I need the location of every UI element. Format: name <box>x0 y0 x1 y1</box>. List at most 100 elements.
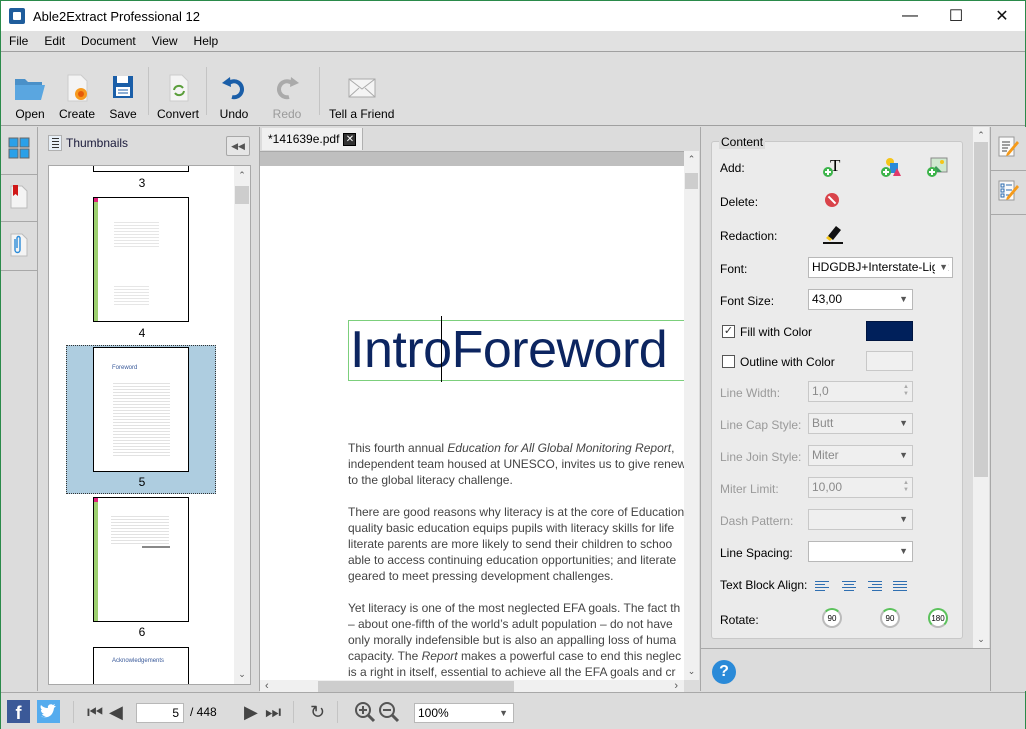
paragraph-line: geared to meet pressing development chal… <box>348 569 614 583</box>
paragraph-line: only morally indefensible but is also an… <box>348 633 677 647</box>
next-page-button[interactable]: ▶ <box>244 702 258 722</box>
close-tab-icon[interactable]: ✕ <box>343 132 357 146</box>
align-left-icon[interactable] <box>815 581 829 591</box>
rotate-clockwise-90-button[interactable]: 90 <box>880 608 900 628</box>
fill-with-color-label: Fill with Color <box>740 325 813 339</box>
thumbnail-page-6[interactable] <box>93 497 189 622</box>
undo-button[interactable]: Undo <box>218 74 250 121</box>
chevron-down-icon: ▼ <box>899 514 908 524</box>
redaction-marker-icon[interactable] <box>822 222 844 244</box>
facebook-icon[interactable]: f <box>7 700 30 723</box>
outline-with-color-checkbox[interactable] <box>722 355 735 368</box>
miter-limit-spinner[interactable]: 10,00 ▲ ▼ <box>808 477 913 498</box>
document-vertical-scrollbar[interactable]: ⌃ ⌄ <box>684 151 699 680</box>
scroll-down-icon[interactable]: ⌄ <box>973 634 989 645</box>
page-number-label: 5 <box>138 475 146 489</box>
paragraph-line: literate parents are more likely to send… <box>348 537 673 551</box>
align-right-icon[interactable] <box>868 581 882 591</box>
edit-content-tab[interactable] <box>991 127 1026 171</box>
page-number-input[interactable]: 5 <box>136 703 184 723</box>
scroll-up-icon[interactable]: ⌃ <box>684 154 699 165</box>
line-width-spinner[interactable]: 1,0 ▲ ▼ <box>808 381 913 402</box>
fill-with-color-checkbox[interactable]: ✓ <box>722 325 735 338</box>
line-join-style-select[interactable]: Miter ▼ <box>808 445 913 466</box>
line-spacing-select[interactable]: ▼ <box>808 541 913 562</box>
thumbnail-page-3[interactable] <box>93 166 189 172</box>
chevron-down-icon: ▼ <box>899 546 908 556</box>
delete-icon[interactable] <box>825 193 839 207</box>
add-image-icon[interactable] <box>926 156 948 178</box>
help-icon[interactable]: ? <box>712 660 736 684</box>
floppy-disk-icon <box>107 74 139 102</box>
scroll-up-icon[interactable]: ⌃ <box>234 170 250 181</box>
line-spacing-label: Line Spacing: <box>720 546 793 560</box>
page-number-label: 4 <box>138 326 146 340</box>
menu-help[interactable]: Help <box>186 34 227 48</box>
thumbnails-scrollbar[interactable]: ⌃ ⌄ <box>234 166 250 684</box>
scroll-up-icon[interactable]: ⌃ <box>973 130 989 141</box>
refresh-icon[interactable]: ↻ <box>310 702 325 722</box>
convert-label: Convert <box>157 107 200 121</box>
save-button[interactable]: Save <box>107 74 139 121</box>
close-button[interactable]: ✕ <box>979 1 1025 31</box>
rotate-180-button[interactable]: 180 <box>928 608 948 628</box>
delete-label: Delete: <box>720 195 759 209</box>
scrollbar-thumb[interactable] <box>235 186 249 204</box>
thumbnail-page-4[interactable] <box>93 197 189 322</box>
scroll-right-icon[interactable]: › <box>674 680 678 692</box>
page-gap <box>260 152 685 166</box>
create-button[interactable]: Create <box>59 74 95 121</box>
menu-view[interactable]: View <box>144 34 186 48</box>
thumbnail-page-7[interactable]: Acknowledgements <box>93 647 189 684</box>
document-tab[interactable]: *141639e.pdf ✕ <box>262 128 364 150</box>
attachments-tab[interactable] <box>1 223 37 271</box>
scrollbar-thumb[interactable] <box>685 173 698 189</box>
line-join-style-value: Miter <box>812 448 839 462</box>
thumbnails-view-tab[interactable] <box>1 127 37 171</box>
previous-page-button[interactable]: ◀ <box>109 702 123 722</box>
font-size-select[interactable]: 43,00 ▼ <box>808 289 913 310</box>
dash-pattern-select[interactable]: ▼ <box>808 509 913 530</box>
redo-button[interactable]: Redo <box>271 74 303 121</box>
font-select[interactable]: HDGDBJ+Interstate-Light ▼ <box>808 257 953 278</box>
tell-a-friend-button[interactable]: Tell a Friend <box>329 74 394 121</box>
zoom-out-icon[interactable] <box>378 701 400 726</box>
menu-edit[interactable]: Edit <box>36 34 73 48</box>
selected-text-block[interactable]: IntroForeword <box>348 320 685 381</box>
document-page-view[interactable]: IntroForeword This fourth annual Educati… <box>260 151 685 680</box>
toolbar-separator <box>319 67 320 115</box>
zoom-level-select[interactable]: 100% ▼ <box>414 703 514 723</box>
font-size-label: Font Size: <box>720 294 775 308</box>
bookmarks-tab[interactable] <box>1 174 37 222</box>
outline-color-swatch[interactable] <box>866 351 913 371</box>
first-page-button[interactable]: ⏮ <box>87 702 103 722</box>
redo-icon <box>271 74 303 102</box>
thumbnail-page-5[interactable]: Foreword <box>93 347 189 472</box>
maximize-button[interactable]: ☐ <box>933 1 979 31</box>
scroll-down-icon[interactable]: ⌄ <box>684 666 699 677</box>
properties-scrollbar[interactable]: ⌃ ⌄ <box>973 127 989 648</box>
line-cap-style-select[interactable]: Butt ▼ <box>808 413 913 434</box>
menu-document[interactable]: Document <box>73 34 144 48</box>
open-button[interactable]: Open <box>14 74 46 121</box>
zoom-in-icon[interactable] <box>354 701 376 726</box>
scrollbar-thumb[interactable] <box>974 142 988 477</box>
twitter-icon[interactable] <box>37 700 60 723</box>
menu-file[interactable]: File <box>1 34 36 48</box>
edit-form-tab[interactable] <box>991 171 1026 215</box>
scroll-down-icon[interactable]: ⌄ <box>234 669 250 680</box>
align-center-icon[interactable] <box>842 581 856 591</box>
fill-color-swatch[interactable] <box>866 321 913 341</box>
rotate-counterclockwise-90-button[interactable]: 90 <box>822 608 842 628</box>
scroll-left-icon[interactable]: ‹ <box>265 680 269 692</box>
convert-button[interactable]: Convert <box>157 74 199 121</box>
app-logo-icon <box>9 8 25 24</box>
collapse-panel-button[interactable]: ◀◀ <box>226 136 250 156</box>
rotate-label: Rotate: <box>720 613 759 627</box>
align-justify-icon[interactable] <box>893 581 907 591</box>
last-page-button[interactable]: ⏭ <box>265 702 281 722</box>
add-shape-icon[interactable] <box>880 156 902 178</box>
add-text-icon[interactable]: T <box>822 156 842 177</box>
paragraph-line: to the global literacy challenge. <box>348 473 513 487</box>
minimize-button[interactable]: — <box>887 1 933 31</box>
